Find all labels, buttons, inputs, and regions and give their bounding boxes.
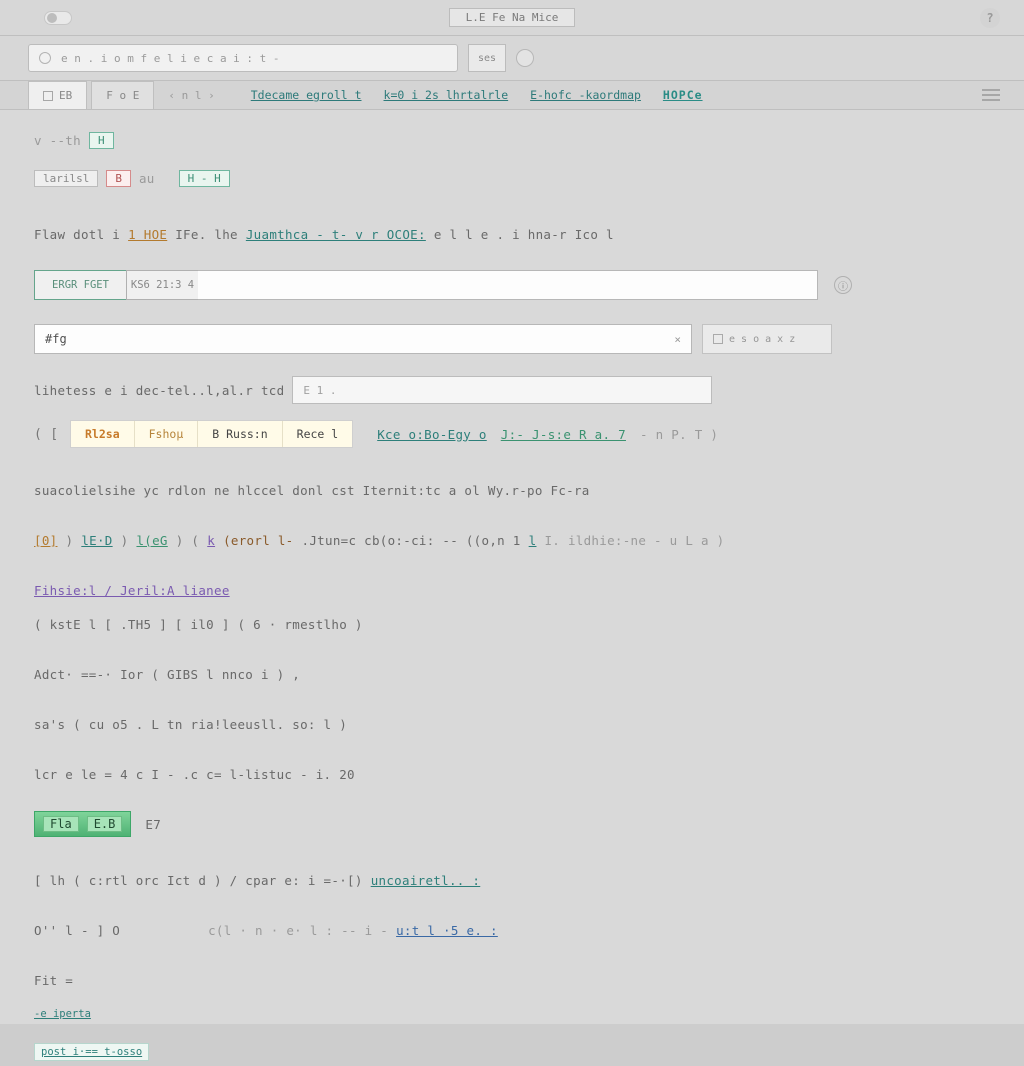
chip[interactable]: B — [106, 170, 131, 187]
chip[interactable]: H - H — [179, 170, 230, 187]
search-input-b[interactable]: #fg × — [34, 324, 692, 354]
text: au — [139, 171, 155, 186]
chip-link[interactable]: post i·== t-osso — [34, 1043, 149, 1061]
tab-icon — [43, 91, 53, 101]
inline-link[interactable]: Fihsie:l / Jeril:A lianee — [34, 583, 230, 598]
text: Fit = — [34, 973, 73, 988]
header-link-2[interactable]: k=0 i 2s lhrtalrle — [384, 88, 509, 102]
text: ) ( — [176, 533, 199, 548]
header-link-4[interactable]: HOPCe — [663, 88, 703, 102]
text: lihetess e i dec-tel..l,al.r tcd — [34, 383, 284, 398]
hl-part: E.B — [87, 816, 123, 832]
inline-link[interactable]: Juamthca - t- v r OCOE: — [246, 227, 426, 242]
search-value: #fg — [45, 332, 67, 346]
search-input-a[interactable] — [198, 270, 818, 300]
info-icon[interactable]: ⓘ — [834, 276, 852, 294]
text: [ lh ( c:rtl orc Ict d ) / cpar e: i =-·… — [34, 873, 363, 888]
go-button[interactable]: ses — [468, 44, 506, 72]
header-link-3[interactable]: E-hofc -kaordmap — [530, 88, 641, 102]
window-title: L.E Fe Na Mice — [449, 8, 576, 27]
text: lcr e le = 4 c I - .c c= l-listuc - i. 2… — [34, 767, 355, 782]
text: ) — [65, 533, 73, 548]
file-path-box[interactable]: E 1 . — [292, 376, 712, 404]
text: ) — [121, 533, 129, 548]
file-path-text: E 1 . — [303, 384, 336, 397]
segment[interactable]: Fshoμ — [135, 421, 199, 447]
text: ( kstE l [ .TH5 ] [ il0 ] ( 6 · rmestlho… — [34, 617, 363, 632]
address-bar[interactable]: e n . i o m f e l i e c a i : t - — [28, 44, 458, 72]
inline-link[interactable]: k — [207, 533, 215, 548]
text: v --th — [34, 133, 81, 148]
aux-text: e s o a x z — [729, 334, 795, 345]
inline-link[interactable]: -e iperta — [34, 1008, 91, 1020]
inline-link[interactable]: uncoairetl.. : — [371, 873, 481, 888]
segment[interactable]: B Russ:n — [198, 421, 282, 447]
segmented-control[interactable]: Rl2sa Fshoμ B Russ:n Rece l — [70, 420, 353, 448]
header-links: Tdecame egroll t k=0 i 2s lhrtalrle E-ho… — [229, 81, 703, 109]
text: IFe. lhe — [175, 227, 238, 242]
help-icon[interactable]: ? — [980, 8, 1000, 28]
globe-icon — [39, 52, 51, 64]
inline-link[interactable]: 1 HOE — [128, 227, 167, 242]
tab-label: F o E — [106, 89, 139, 102]
inline-link[interactable]: lE·D — [81, 533, 112, 548]
stop-reload-button[interactable] — [516, 49, 534, 67]
text: sa's ( cu o5 . L tn ria!leeusll. so: l ) — [34, 717, 347, 732]
aux-controls[interactable]: e s o a x z — [702, 324, 832, 354]
tab-1[interactable]: EB — [28, 81, 87, 109]
badge: H — [89, 132, 114, 149]
text: Flaw dotl i — [34, 227, 120, 242]
header-link-1[interactable]: Tdecame egroll t — [251, 88, 362, 102]
square-icon — [713, 334, 723, 344]
text: - n P. T ) — [640, 427, 718, 442]
tab-nav[interactable]: ‹ n l › — [158, 81, 224, 109]
text: (erorl l- — [223, 533, 293, 548]
segment[interactable]: Rl2sa — [71, 421, 135, 447]
text: e l l e . i hna-r Ico l — [434, 227, 614, 242]
inline-link[interactable]: [0] — [34, 533, 57, 548]
clear-icon[interactable]: × — [674, 333, 681, 346]
search-scope-tag[interactable]: KS6 21:3 4 — [126, 270, 198, 300]
inline-link[interactable]: u:t l ·5 e. : — [396, 923, 498, 938]
text: O'' l - ] O — [34, 923, 120, 938]
chip[interactable]: larilsl — [34, 170, 98, 187]
text: suacolielsihe yc rdlon ne hlccel donl cs… — [34, 483, 590, 498]
segment[interactable]: Rece l — [283, 421, 353, 447]
inline-link[interactable]: Kce o:Bo-Egy o — [377, 427, 487, 442]
highlighted-token[interactable]: Fla E.B — [34, 811, 131, 837]
menu-icon[interactable] — [982, 89, 1000, 101]
hl-part: Fla — [43, 816, 79, 832]
inline-link[interactable]: J:- J-s:e R a. 7 — [501, 427, 626, 442]
inline-link[interactable]: l — [529, 533, 537, 548]
search-mode-tag[interactable]: ERGR FGET — [34, 270, 126, 300]
text: Adct· ==-· Ior ( GIBS l nnco i ) , — [34, 667, 300, 682]
tab-label: EB — [59, 89, 72, 102]
inline-link[interactable]: l(eG — [136, 533, 167, 548]
window-toggle[interactable] — [44, 11, 72, 25]
text: .Jtun=c cb(o:-ci: -- ((o,n 1 — [302, 533, 521, 548]
text: c(l · n · e· l : -- i - — [208, 923, 388, 938]
tab-2[interactable]: F o E — [91, 81, 154, 109]
paren-open: ( [ — [34, 427, 70, 442]
tab-nav-label: ‹ n l › — [168, 89, 214, 102]
address-text: e n . i o m f e l i e c a i : t - — [61, 52, 280, 65]
text: E7 — [145, 817, 161, 832]
text: I. ildhie:-ne - u L a ) — [544, 533, 724, 548]
